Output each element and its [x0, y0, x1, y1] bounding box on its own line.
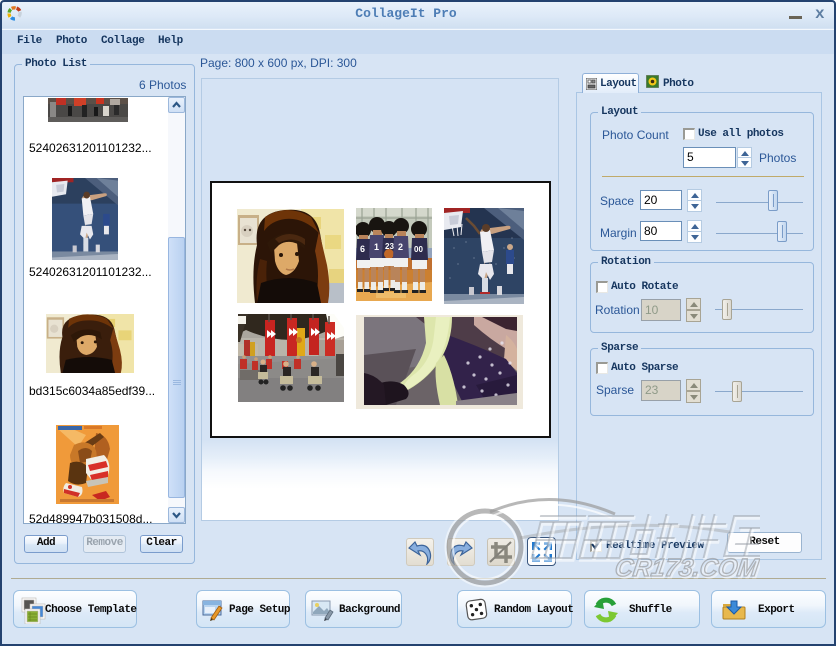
- svg-text:1: 1: [374, 242, 379, 252]
- svg-text:00: 00: [414, 245, 423, 254]
- svg-text:2: 2: [398, 242, 403, 252]
- svg-text:23: 23: [385, 242, 394, 251]
- svg-text:6: 6: [360, 244, 365, 254]
